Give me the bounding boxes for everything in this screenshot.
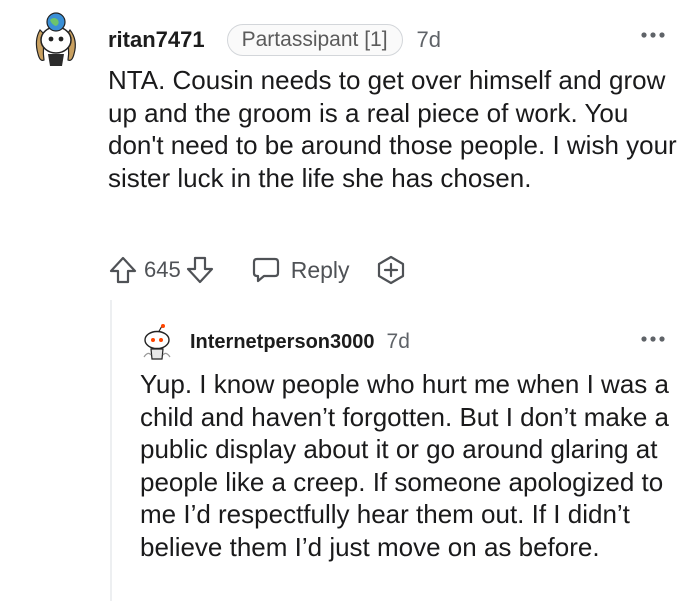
vote-count: 645 (144, 257, 181, 282)
award-plus-icon (377, 255, 404, 285)
comment-actions: 645 Reply (108, 250, 406, 290)
snoo-avatar-icon (143, 324, 171, 360)
comment-body: NTA. Cousin needs to get over himself an… (108, 65, 677, 193)
downvote-button[interactable] (185, 255, 215, 285)
comment-timestamp[interactable]: 7d (417, 27, 441, 53)
username-link[interactable]: ritan7471 (108, 27, 205, 53)
thread-line[interactable] (110, 300, 112, 601)
more-options-icon (641, 336, 665, 342)
more-options-icon (641, 32, 665, 38)
username-link[interactable]: Internetperson3000 (190, 331, 375, 354)
user-avatar[interactable] (138, 323, 176, 363)
user-flair: Partassipant [1] (226, 24, 403, 56)
user-avatar[interactable] (30, 10, 82, 68)
award-button[interactable] (376, 255, 406, 285)
more-options-button[interactable] (640, 324, 666, 350)
comment-body: Yup. I know people who hurt me when I wa… (140, 369, 670, 562)
upvote-button[interactable] (108, 255, 138, 285)
reply-label: Reply (290, 256, 350, 283)
upvote-icon (109, 256, 137, 284)
downvote-icon (186, 256, 213, 284)
comment-header: Internetperson3000 7d (190, 327, 410, 357)
snoo-avatar-icon (35, 12, 76, 66)
reply-icon (252, 257, 279, 283)
reply-button[interactable]: Reply (251, 256, 350, 284)
comment-header: ritan7471 Partassipant [1] 7d (108, 24, 441, 56)
comment-timestamp[interactable]: 7d (387, 330, 410, 354)
more-options-button[interactable] (640, 20, 666, 46)
